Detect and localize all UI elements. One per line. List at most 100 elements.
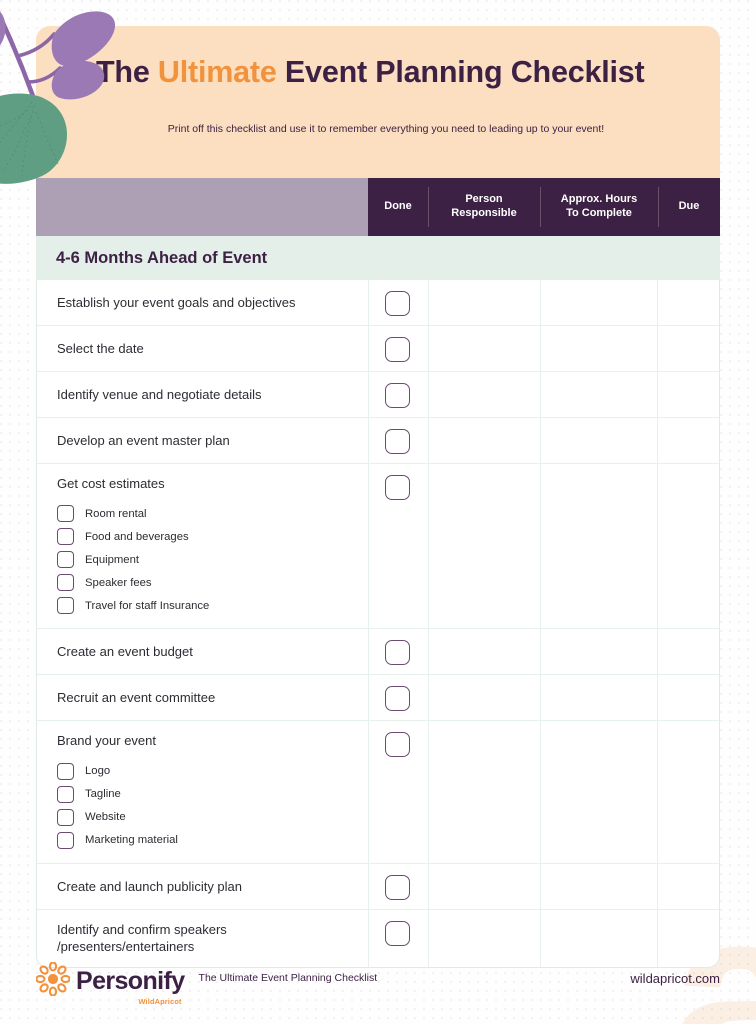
table-row: Establish your event goals and objective… xyxy=(37,280,719,326)
done-cell xyxy=(368,675,428,721)
table-body: Establish your event goals and objective… xyxy=(36,280,720,968)
table-row: Develop an event master plan xyxy=(37,418,719,464)
approx-hours-cell[interactable] xyxy=(539,280,658,325)
table-header-person-responsible: Person Responsible xyxy=(428,178,540,236)
subitem-list: Room rental Food and beverages Equipment Sp… xyxy=(57,505,354,617)
table-header-approx-hours: Approx. Hours To Complete xyxy=(540,178,658,236)
page-subtitle: Print off this checklist and use it to r… xyxy=(167,123,605,135)
task-label: Identify venue and negotiate details xyxy=(57,386,262,402)
approx-hours-cell[interactable] xyxy=(539,372,658,417)
due-cell[interactable] xyxy=(657,372,719,417)
subitem-label: Website xyxy=(85,811,126,824)
subitem-checkbox[interactable] xyxy=(57,808,74,826)
task-cell: Get cost estimates Room rental Food and be… xyxy=(37,464,368,628)
task-cell: Create and launch publicity plan xyxy=(37,864,368,909)
approx-hours-cell[interactable] xyxy=(539,675,658,721)
done-checkbox[interactable] xyxy=(385,920,411,946)
done-checkbox[interactable] xyxy=(385,874,411,900)
subitem-checkbox[interactable] xyxy=(57,574,74,592)
subitem-checkbox[interactable] xyxy=(57,528,74,546)
task-cell: Identify venue and negotiate details xyxy=(37,372,368,417)
table-header-due: Due xyxy=(658,178,720,236)
task-cell: Establish your event goals and objective… xyxy=(37,280,368,325)
due-cell[interactable] xyxy=(657,721,719,864)
task-cell: Select the date xyxy=(37,326,368,371)
task-label: Select the date xyxy=(57,340,144,356)
approx-hours-cell[interactable] xyxy=(539,464,658,629)
due-cell[interactable] xyxy=(657,629,719,675)
done-checkbox[interactable] xyxy=(385,640,411,666)
subitem-checkbox[interactable] xyxy=(57,762,74,780)
footer-url: wildapricot.com xyxy=(630,970,720,986)
approx-hours-cell[interactable] xyxy=(539,629,658,675)
subitem-label: Logo xyxy=(85,765,111,778)
subitem: Website xyxy=(57,808,354,826)
task-label: Create and launch publicity plan xyxy=(57,878,243,894)
approx-hours-cell[interactable] xyxy=(539,721,658,864)
person-responsible-cell[interactable] xyxy=(427,721,540,864)
person-responsible-cell[interactable] xyxy=(427,418,540,463)
plant-decoration-icon xyxy=(0,10,116,184)
title-text-tail: Event Planning Checklist xyxy=(276,55,645,89)
done-cell xyxy=(368,863,428,909)
due-cell[interactable] xyxy=(657,464,719,629)
due-cell[interactable] xyxy=(657,418,719,463)
page-title: The Ultimate Event Planning Checklist xyxy=(96,55,645,90)
title-text-accent: Ultimate xyxy=(157,55,277,89)
done-cell xyxy=(368,629,428,675)
subitem-checkbox[interactable] xyxy=(57,785,74,803)
done-checkbox[interactable] xyxy=(385,291,411,316)
task-label: Establish your event goals and objective… xyxy=(57,294,296,310)
done-checkbox[interactable] xyxy=(385,732,411,758)
done-checkbox[interactable] xyxy=(385,383,411,408)
approx-hours-cell[interactable] xyxy=(539,863,658,909)
approx-hours-cell[interactable] xyxy=(539,418,658,463)
due-cell[interactable] xyxy=(657,675,719,721)
subitem: Marketing material xyxy=(57,831,354,849)
table-row: Recruit an event committee xyxy=(37,675,719,722)
task-cell: Recruit an event committee xyxy=(37,675,368,720)
done-cell xyxy=(368,372,428,417)
person-responsible-cell[interactable] xyxy=(427,326,540,371)
task-label: Create an event budget xyxy=(57,644,193,660)
person-responsible-cell[interactable] xyxy=(427,280,540,325)
subitem: Equipment xyxy=(57,551,354,569)
subitem-checkbox[interactable] xyxy=(57,597,74,615)
personify-sunburst-icon xyxy=(36,962,70,996)
done-checkbox[interactable] xyxy=(385,429,411,454)
subitem-label: Speaker fees xyxy=(85,576,152,589)
due-cell[interactable] xyxy=(657,326,719,371)
table-row: Select the date xyxy=(37,326,719,372)
done-cell xyxy=(368,721,428,864)
table-row: Identify venue and negotiate details xyxy=(37,372,719,418)
subitem-label: Food and beverages xyxy=(85,530,189,543)
table-row: Create and launch publicity plan xyxy=(37,863,719,910)
subitem-checkbox[interactable] xyxy=(57,551,74,569)
subitem-checkbox[interactable] xyxy=(57,831,74,849)
task-cell: Create an event budget xyxy=(37,629,368,674)
person-responsible-cell[interactable] xyxy=(427,863,540,909)
personify-word: Personify xyxy=(76,967,185,995)
done-checkbox[interactable] xyxy=(385,686,411,712)
person-responsible-cell[interactable] xyxy=(427,675,540,721)
personify-logo: Personify WildApricot xyxy=(36,962,185,1005)
subitem: Tagline xyxy=(57,785,354,803)
due-cell[interactable] xyxy=(657,280,719,325)
due-cell[interactable] xyxy=(657,863,719,909)
approx-hours-cell[interactable] xyxy=(539,326,658,371)
person-responsible-cell[interactable] xyxy=(427,629,540,675)
subitem: Speaker fees xyxy=(57,574,354,592)
subitem: Food and beverages xyxy=(57,528,354,546)
done-cell xyxy=(368,280,428,325)
subitem-checkbox[interactable] xyxy=(57,505,74,523)
done-checkbox[interactable] xyxy=(385,337,411,362)
subitem-label: Marketing material xyxy=(85,834,178,847)
subitem: Travel for staff Insurance xyxy=(57,597,354,615)
task-label: Get cost estimates xyxy=(57,476,165,491)
checklist-table: Done Person Responsible Approx. Hours To… xyxy=(36,178,720,968)
subitem: Logo xyxy=(57,762,354,780)
person-responsible-cell[interactable] xyxy=(427,464,540,629)
done-cell xyxy=(368,464,428,629)
done-checkbox[interactable] xyxy=(385,475,411,500)
person-responsible-cell[interactable] xyxy=(427,372,540,417)
